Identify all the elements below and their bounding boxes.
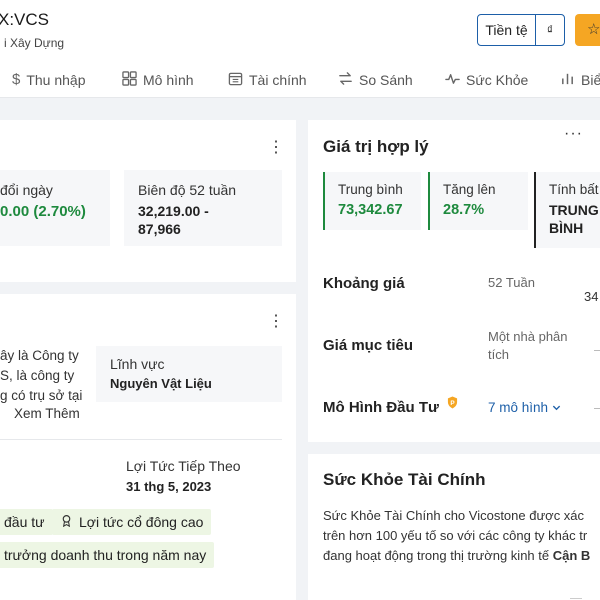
next-dividend-label: Lợi Tức Tiếp Theo — [126, 458, 241, 474]
models-link-label: 7 mô hình — [488, 400, 549, 415]
chevron-down-icon — [552, 400, 561, 415]
nav-item-label: Thu nhập — [26, 71, 86, 88]
price-range-sub: 52 Tuần — [488, 275, 535, 290]
page-header: X:VCS i Xây Dựng Tiền tệ ₫ ☆ — [0, 0, 600, 60]
currency-label: Tiền tệ — [478, 15, 536, 45]
investment-model-label: Mô Hình Đầu Tư — [323, 399, 439, 416]
divider — [570, 598, 582, 599]
nav-item-income[interactable]: $ Thu nhập — [12, 71, 86, 88]
price-range-low-value: 34 — [584, 289, 599, 304]
star-icon: ☆ — [587, 21, 600, 38]
next-dividend-value: 31 thg 5, 2023 — [126, 479, 212, 494]
fair-value-card: ··· Giá trị hợp lý Trung bình 73,342.67 … — [308, 120, 600, 442]
sector-label: Lĩnh vực — [110, 356, 165, 372]
pro-badge-icon: P — [447, 396, 458, 414]
pulse-icon — [445, 71, 460, 89]
health-desc-text: đang hoạt động trong thị trường kinh tế — [323, 548, 553, 563]
uncertainty-value-line1: TRUNG — [549, 202, 599, 218]
health-desc-line: trên hơn 100 yếu tố so với các công ty k… — [323, 528, 588, 543]
company-profile-card: ⋮ ây là Công ty S, là công ty g có trụ s… — [0, 294, 296, 600]
nav-item-label: Tài chính — [249, 72, 307, 88]
grid-icon — [122, 71, 137, 89]
nav-item-label: Sức Khỏe — [466, 72, 529, 88]
svg-text:P: P — [450, 400, 455, 407]
daily-change-value: 0.00 (2.70%) — [0, 203, 86, 220]
nav-item-health[interactable]: Sức Khỏe — [445, 71, 528, 89]
profile-desc-line: S, là công ty — [0, 368, 75, 383]
profile-desc-line: ây là Công ty — [0, 348, 79, 363]
more-options-icon[interactable]: ⋮ — [268, 140, 284, 156]
upside-stat: Tăng lên 28.7% — [428, 172, 528, 230]
health-desc-line: Sức Khỏe Tài Chính cho Vicostone được xá… — [323, 508, 585, 523]
range52-label: Biên độ 52 tuần — [138, 182, 237, 198]
sector-stat: Lĩnh vực Nguyên Vật Liệu — [96, 346, 282, 402]
currency-button[interactable]: Tiền tệ ₫ — [477, 14, 565, 46]
sector-value[interactable]: Nguyên Vật Liệu — [110, 376, 212, 391]
calendar-icon — [228, 71, 243, 89]
range52-value-low: 32,219.00 - — [138, 203, 209, 219]
daily-change-stat: đổi ngày 0.00 (2.70%) — [0, 170, 110, 246]
financial-health-title: Sức Khỏe Tài Chính — [323, 470, 486, 489]
investment-models-link[interactable]: 7 mô hình — [488, 400, 561, 415]
daily-change-label: đổi ngày — [0, 182, 53, 198]
price-target-label: Giá mục tiêu — [323, 337, 414, 354]
financial-health-card: Sức Khỏe Tài Chính Sức Khỏe Tài Chính ch… — [308, 454, 600, 600]
price-overview-card: ⋮ đổi ngày 0.00 (2.70%) Biên độ 52 tuần … — [0, 120, 296, 282]
industry-label: i Xây Dựng — [4, 36, 65, 50]
avg-fair-value-stat: Trung bình 73,342.67 — [323, 172, 421, 230]
nav-item-label: Biể — [581, 72, 600, 88]
more-options-icon[interactable]: ⋮ — [268, 314, 284, 330]
range52-value-high: 87,966 — [138, 221, 181, 237]
nav-item-financials[interactable]: Tài chính — [228, 71, 307, 89]
dollar-icon: $ — [12, 71, 21, 88]
price-target-sub-line2: tích — [488, 347, 509, 362]
tag-label: Lợi tức cổ đông cao — [79, 514, 204, 530]
upside-label: Tăng lên — [443, 182, 496, 197]
divider — [0, 439, 282, 440]
section-nav: $ Thu nhập Mô hình Tài chính So Sánh Sức… — [0, 60, 600, 98]
watchlist-button[interactable]: ☆ — [575, 14, 600, 46]
avg-value: 73,342.67 — [338, 202, 403, 218]
upside-value: 28.7% — [443, 202, 485, 218]
range52-stat: Biên độ 52 tuần 32,219.00 - 87,966 — [124, 170, 282, 246]
range-bar-tick — [594, 408, 600, 409]
uncertainty-stat: Tính bất TRUNG BÌNH — [534, 172, 600, 248]
uncertainty-value-line2: BÌNH — [549, 220, 584, 236]
health-desc-line: đang hoạt động trong thị trường kinh tế … — [323, 546, 590, 566]
nav-item-models[interactable]: Mô hình — [122, 71, 194, 89]
health-desc-bold: Cận B — [552, 548, 591, 563]
uncertainty-label: Tính bất — [549, 182, 599, 197]
bar-chart-icon — [560, 71, 575, 89]
currency-symbol: ₫ — [546, 23, 554, 37]
price-target-sub-line1: Một nhà phân — [488, 329, 568, 344]
nav-item-label: So Sánh — [359, 72, 413, 88]
tag-revenue-growth[interactable]: trưởng doanh thu trong năm nay — [0, 542, 215, 568]
more-options-icon[interactable]: ··· — [564, 126, 583, 142]
nav-item-label: Mô hình — [143, 72, 194, 88]
avg-label: Trung bình — [338, 182, 403, 197]
price-range-label: Khoảng giá — [323, 275, 405, 292]
see-more-link[interactable]: Xem Thêm — [14, 404, 80, 424]
profile-desc-line: g có trụ sở tại — [0, 388, 83, 403]
tag-high-yield[interactable]: Lợi tức cổ đông cao — [52, 509, 212, 535]
tag-investment[interactable]: đầu tư — [0, 509, 53, 535]
ticker-title: X:VCS — [0, 10, 50, 29]
fair-value-title: Giá trị hợp lý — [323, 137, 429, 156]
award-icon — [60, 509, 73, 535]
compare-icon — [338, 71, 353, 89]
nav-item-charts[interactable]: Biể — [560, 71, 600, 89]
range-bar-tick — [594, 350, 600, 351]
nav-item-compare[interactable]: So Sánh — [338, 71, 413, 89]
